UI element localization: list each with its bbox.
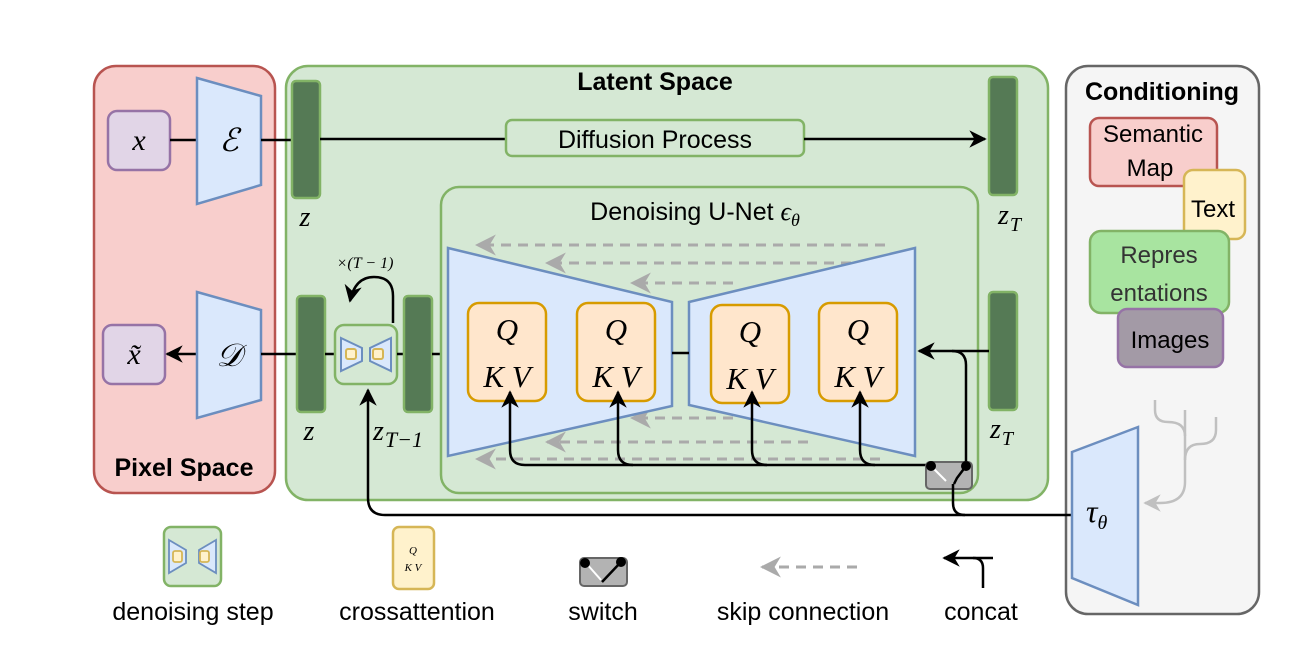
- crossattention-block: Q K V: [466, 301, 548, 403]
- semantic-map-label-2: Map: [1127, 155, 1174, 182]
- latent-z-label-bottom: z: [303, 416, 315, 447]
- legend-item-concat: concat: [942, 549, 1018, 626]
- denoising-step-node: [333, 323, 399, 386]
- tau-subscript: θ: [1097, 512, 1107, 534]
- legend-label: skip connection: [717, 598, 889, 626]
- legend-item-skip-connection: skip connection: [717, 556, 889, 626]
- repeat-count-label: ×(T − 1): [337, 255, 394, 272]
- query-label: Q: [847, 312, 869, 347]
- images-label: Images: [1131, 327, 1210, 354]
- key-value-label: K V: [725, 361, 776, 396]
- crossattention-block: Q K V: [575, 301, 657, 403]
- concat-icon: [942, 549, 993, 588]
- denoising-step-icon: [162, 525, 223, 588]
- semantic-map-label-1: Semantic: [1103, 121, 1203, 148]
- legend: denoising step Q K V crossattention swit…: [112, 525, 1018, 626]
- conditioning-title: Conditioning: [1085, 78, 1239, 106]
- output-image-node: x̃: [101, 323, 167, 386]
- zT1-base: z: [372, 416, 384, 447]
- switch-icon: [579, 557, 628, 587]
- query-label: Q: [739, 314, 761, 349]
- pixel-space-title: Pixel Space: [115, 454, 254, 482]
- encoder-node: ℰ: [195, 76, 263, 206]
- key-value-label: K V: [591, 359, 642, 394]
- unet-title-text: Denoising U-Net: [590, 198, 780, 226]
- zT-base: z: [989, 414, 1001, 445]
- legend-item-switch: switch: [568, 557, 638, 626]
- diffusion-process-label: Diffusion Process: [558, 126, 752, 154]
- switch-node: [925, 461, 973, 490]
- legend-label: crossattention: [339, 598, 495, 626]
- latent-zT1-block: [402, 294, 434, 414]
- crossattention-block: Q K V: [817, 301, 899, 403]
- tau-encoder-node: τθ: [1070, 425, 1140, 607]
- latent-zT-block-bottom: [987, 290, 1019, 412]
- decoder-node: 𝒟: [195, 290, 263, 420]
- input-image-node: x: [106, 109, 172, 172]
- latent-z-block-top: [290, 79, 322, 200]
- zT-base: z: [997, 200, 1009, 231]
- zT1-subscript: T−1: [385, 427, 423, 452]
- latent-zT-block-top: [987, 75, 1019, 197]
- latent-z-block-bottom: [295, 294, 327, 414]
- text-label: Text: [1191, 196, 1235, 223]
- key-value-label: K V: [482, 359, 533, 394]
- unet-title: Denoising U-Net ϵθ: [590, 197, 800, 230]
- diffusion-process-box: Diffusion Process: [504, 118, 806, 158]
- input-x-label: x: [131, 124, 146, 157]
- output-x-tilde-label: x̃: [126, 338, 141, 371]
- query-label: Q: [496, 312, 518, 347]
- zT-subscript: T: [1010, 214, 1023, 236]
- latent-z-label-top: z: [299, 202, 311, 233]
- zT-subscript: T: [1002, 428, 1015, 450]
- crossattention-block: Q K V: [709, 303, 791, 405]
- representations-label-2: entations: [1110, 280, 1207, 307]
- legend-label: denoising step: [112, 598, 273, 626]
- legend-label: switch: [568, 598, 637, 626]
- representations-label-1: Repres: [1120, 242, 1197, 269]
- legend-item-crossattention: Q K V crossattention: [339, 525, 495, 626]
- unet-title-theta: θ: [791, 210, 800, 230]
- images-input: Images: [1116, 307, 1225, 369]
- key-value-label: K V: [833, 359, 884, 394]
- latent-diffusion-diagram: Pixel Space Latent Space Conditioning x …: [92, 64, 1261, 626]
- crossattention-icon: Q K V: [391, 525, 436, 591]
- latent-space-title: Latent Space: [577, 68, 733, 96]
- legend-query-label: Q: [409, 545, 417, 557]
- text-input: Text: [1182, 168, 1247, 241]
- representations-input: Repres entations: [1088, 229, 1231, 315]
- query-label: Q: [605, 312, 627, 347]
- legend-label: concat: [944, 598, 1018, 626]
- legend-item-denoising-step: denoising step: [112, 525, 274, 626]
- legend-key-value-label: K V: [404, 562, 423, 574]
